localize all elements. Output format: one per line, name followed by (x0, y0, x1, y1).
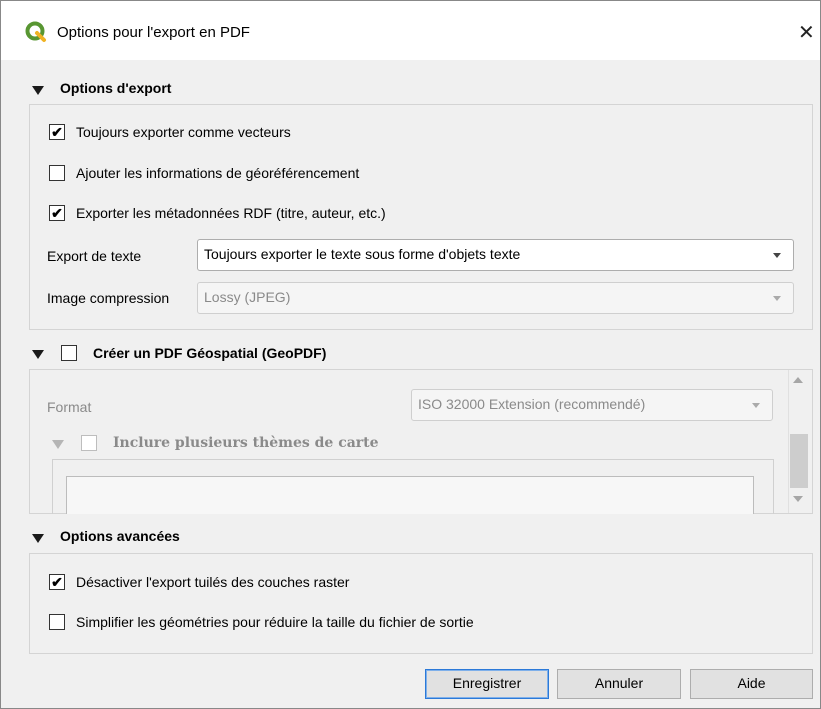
scrollbar-thumb[interactable] (790, 434, 808, 488)
chevron-down-icon (773, 253, 781, 258)
format-value: ISO 32000 Extension (recommendé) (418, 396, 646, 412)
export-options-title[interactable]: Options d'export (60, 80, 171, 96)
checkbox-vector-export[interactable]: ✔ (49, 124, 65, 140)
checkbox-disable-tiled-raster[interactable]: ✔ (49, 574, 65, 590)
map-themes-label[interactable]: Inclure plusieurs thèmes de carte (113, 435, 379, 451)
image-compression-value: Lossy (JPEG) (204, 289, 291, 305)
text-export-label: Export de texte (47, 248, 142, 264)
geopdf-title[interactable]: Créer un PDF Géospatial (GeoPDF) (93, 345, 326, 361)
qgis-logo-icon (25, 21, 46, 42)
format-label: Format (47, 399, 92, 415)
checkbox-georeference-label[interactable]: Ajouter les informations de géoréférence… (76, 165, 359, 181)
collapse-triangle-icon[interactable] (32, 86, 44, 95)
checkbox-simplify-geometries[interactable] (49, 614, 65, 630)
collapse-triangle-icon[interactable] (32, 534, 44, 543)
window-title: Options pour l'export en PDF (57, 24, 250, 41)
map-themes-list[interactable] (66, 476, 754, 514)
scroll-up-icon[interactable] (793, 377, 803, 383)
checkbox-map-themes[interactable] (81, 435, 97, 451)
checkbox-vector-export-label[interactable]: Toujours exporter comme vecteurs (76, 124, 291, 140)
checkbox-disable-tiled-raster-label[interactable]: Désactiver l'export tuilés des couches r… (76, 574, 349, 590)
text-export-value: Toujours exporter le texte sous forme d'… (204, 246, 521, 262)
checkbox-rdf-metadata-label[interactable]: Exporter les métadonnées RDF (titre, aut… (76, 205, 386, 221)
checkbox-geopdf[interactable] (61, 345, 77, 361)
format-combobox[interactable]: ISO 32000 Extension (recommendé) (411, 389, 773, 421)
scroll-down-icon[interactable] (793, 496, 803, 502)
help-button[interactable]: Aide (690, 669, 813, 699)
image-compression-combobox[interactable]: Lossy (JPEG) (197, 282, 794, 314)
checkbox-rdf-metadata[interactable]: ✔ (49, 205, 65, 221)
advanced-options-group (29, 553, 813, 654)
advanced-options-title[interactable]: Options avancées (60, 528, 180, 544)
text-export-combobox[interactable]: Toujours exporter le texte sous forme d'… (197, 239, 794, 271)
image-compression-label: Image compression (47, 290, 170, 306)
checkbox-simplify-geometries-label[interactable]: Simplifier les géométries pour réduire l… (76, 614, 474, 630)
checkmark-icon: ✔ (51, 574, 63, 590)
chevron-down-icon (752, 403, 760, 408)
save-button[interactable]: Enregistrer (425, 669, 549, 699)
close-icon[interactable]: ✕ (798, 23, 815, 43)
chevron-down-icon (773, 296, 781, 301)
checkbox-georeference[interactable] (49, 165, 65, 181)
collapse-triangle-icon[interactable] (32, 350, 44, 359)
checkmark-icon: ✔ (51, 124, 63, 140)
cancel-button[interactable]: Annuler (557, 669, 681, 699)
scrollbar-track-top (790, 390, 808, 434)
checkmark-icon: ✔ (51, 205, 63, 221)
collapse-triangle-icon (52, 440, 64, 449)
